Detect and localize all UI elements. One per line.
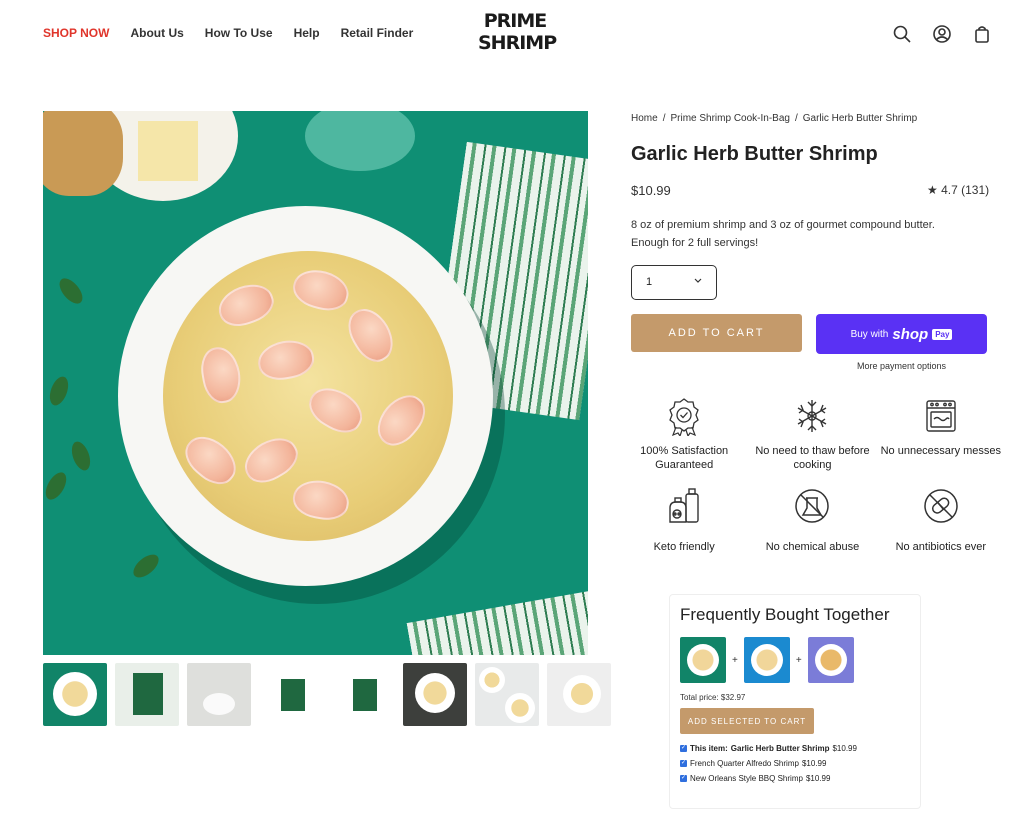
more-payment-options-link[interactable]: More payment options (816, 361, 987, 371)
feature-no-chemical: No chemical abuse (748, 486, 876, 554)
snowflake-icon (792, 396, 832, 436)
feature-no-thaw: No need to thaw before cooking (748, 396, 876, 472)
nav-how-to-use[interactable]: How To Use (205, 26, 273, 40)
bottles-icon (664, 486, 704, 526)
nav-help[interactable]: Help (294, 26, 320, 40)
thumbnail-5[interactable] (331, 663, 395, 726)
fbt-item-name[interactable]: French Quarter Alfredo Shrimp (690, 759, 799, 768)
logo-line-1: PRIME (483, 10, 548, 32)
header-icons (892, 24, 992, 44)
feature-keto: Keto friendly (620, 486, 748, 554)
star-icon: ★ (927, 183, 938, 197)
fbt-item-2: ✓ French Quarter Alfredo Shrimp $10.99 (680, 759, 910, 768)
breadcrumb-current: Garlic Herb Butter Shrimp (802, 113, 918, 124)
feature-satisfaction: 100% Satisfaction Guaranteed (620, 396, 748, 472)
product-description: 8 oz of premium shrimp and 3 oz of gourm… (631, 219, 935, 249)
thumbnail-3[interactable] (187, 663, 251, 726)
breadcrumb: Home / Prime Shrimp Cook-In-Bag / Garlic Her… (631, 113, 918, 124)
herb-leaf (55, 274, 87, 308)
fbt-item-3: ✓ New Orleans Style BBQ Shrimp $10.99 (680, 774, 910, 783)
fbt-item-1: ✓ This item: Garlic Herb Butter Shrimp $… (680, 744, 910, 753)
feature-grid: 100% Satisfaction Guaranteed No need to … (620, 396, 1005, 554)
shop-wordmark: shop (892, 325, 929, 343)
breadcrumb-collection[interactable]: Prime Shrimp Cook-In-Bag (670, 113, 789, 124)
checkbox[interactable]: ✓ (680, 760, 687, 767)
thumbnail-6[interactable] (403, 663, 467, 726)
no-chemical-icon (792, 486, 832, 526)
fbt-product-image-1[interactable] (680, 637, 726, 683)
search-icon[interactable] (892, 24, 912, 44)
thumbnail-4[interactable] (259, 663, 323, 726)
thumbnail-2[interactable] (115, 663, 179, 726)
quantity-select[interactable]: 1 (631, 265, 717, 300)
feature-no-messes: No unnecessary messes (877, 396, 1005, 472)
oven-icon (921, 396, 961, 436)
plus-icon: + (795, 654, 802, 666)
shop-pay-button[interactable]: Buy with shop Pay (816, 314, 987, 354)
plus-icon: + (732, 654, 738, 666)
product-rating[interactable]: ★ 4.7 (131) (927, 183, 989, 197)
feature-label: Keto friendly (653, 541, 715, 553)
nav-about-us[interactable]: About Us (130, 26, 183, 40)
herb-leaf (129, 550, 163, 582)
brand-logo[interactable]: PRIME SHRIMP (478, 10, 557, 54)
thumbnail-8[interactable] (547, 663, 611, 726)
checkbox[interactable]: ✓ (680, 775, 687, 782)
chevron-down-icon (694, 276, 702, 289)
plaid-napkin-bottom (406, 590, 588, 655)
fbt-item-name[interactable]: Garlic Herb Butter Shrimp (731, 744, 830, 753)
product-title: Garlic Herb Butter Shrimp (631, 143, 878, 165)
add-selected-to-cart-button[interactable]: ADD SELECTED TO CART (680, 708, 814, 734)
herb-leaf (43, 469, 71, 503)
product-price: $10.99 (631, 183, 671, 198)
fbt-item-price: $10.99 (832, 744, 857, 753)
add-to-cart-button[interactable]: ADD TO CART (631, 314, 802, 352)
rating-value: 4.7 (941, 183, 958, 197)
feature-label: 100% Satisfaction Guaranteed (640, 445, 729, 471)
pay-badge: Pay (932, 328, 953, 340)
fbt-total-price: Total price: $32.97 (680, 693, 746, 702)
nav-shop-now[interactable]: SHOP NOW (43, 26, 109, 40)
quantity-value: 1 (646, 276, 653, 288)
fbt-item-price: $10.99 (801, 759, 827, 768)
bag-icon[interactable] (972, 24, 992, 44)
ribbon-badge-icon (664, 396, 704, 438)
feature-label: No antibiotics ever (895, 541, 987, 553)
herb-leaf (46, 374, 72, 408)
nav-retail-finder[interactable]: Retail Finder (341, 26, 414, 40)
buy-with-label: Buy with (850, 328, 889, 340)
account-icon[interactable] (932, 24, 952, 44)
water-glass (305, 111, 415, 171)
herb-leaf (68, 439, 94, 473)
fbt-product-image-2[interactable] (743, 637, 790, 683)
breadcrumb-home[interactable]: Home (631, 113, 658, 124)
fbt-item-price: $10.99 (805, 774, 831, 783)
no-antibiotics-icon (921, 486, 961, 526)
bread-slice (43, 111, 123, 196)
feature-label: No need to thaw before cooking (755, 445, 870, 471)
fbt-item-name[interactable]: New Orleans Style BBQ Shrimp (690, 774, 803, 783)
review-count: (131) (961, 183, 990, 197)
thumbnail-strip (43, 663, 611, 726)
feature-label: No unnecessary messes (880, 445, 1002, 457)
butter-block (138, 121, 198, 181)
fbt-title: Frequently Bought Together (680, 605, 890, 624)
feature-label: No chemical abuse (765, 541, 860, 553)
logo-line-2: SHRIMP (478, 32, 557, 54)
thumbnail-1[interactable] (43, 663, 107, 726)
product-hero-image[interactable] (43, 111, 588, 655)
feature-no-antibiotics: No antibiotics ever (877, 486, 1005, 554)
fbt-item-prefix: This item: (690, 744, 728, 753)
thumbnail-7[interactable] (475, 663, 539, 726)
checkbox[interactable]: ✓ (680, 745, 687, 752)
main-nav: SHOP NOW About Us How To Use Help Retail… (43, 26, 413, 40)
fbt-product-images: + + (680, 637, 910, 683)
frequently-bought-together: Frequently Bought Together + + Total pri… (669, 594, 921, 809)
fbt-product-image-3[interactable] (807, 637, 854, 683)
